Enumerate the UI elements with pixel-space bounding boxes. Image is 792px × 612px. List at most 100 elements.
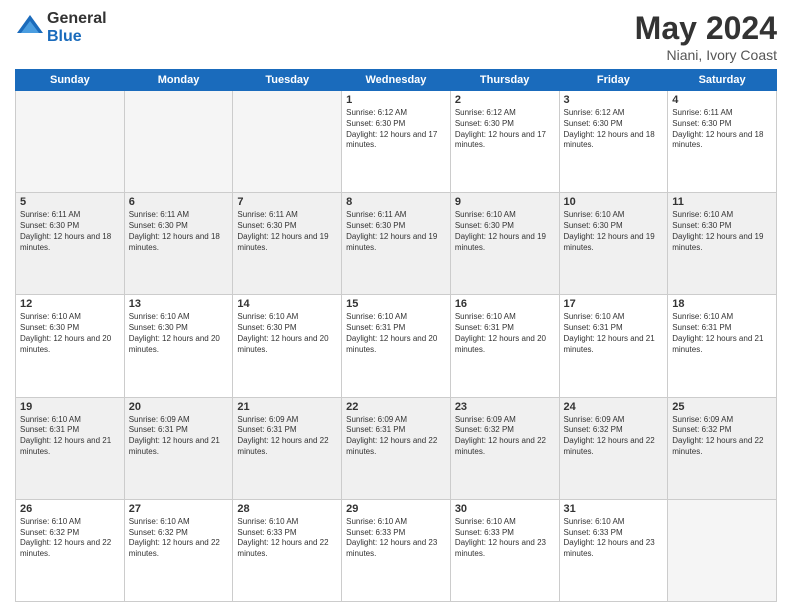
cell-details: Sunrise: 6:10 AM Sunset: 6:33 PM Dayligh… [237,517,337,560]
cell-details: Sunrise: 6:09 AM Sunset: 6:31 PM Dayligh… [129,415,229,458]
day-number: 15 [346,298,446,310]
cell-details: Sunrise: 6:09 AM Sunset: 6:32 PM Dayligh… [564,415,664,458]
calendar-cell: 10Sunrise: 6:10 AM Sunset: 6:30 PM Dayli… [559,193,668,295]
cell-details: Sunrise: 6:10 AM Sunset: 6:32 PM Dayligh… [129,517,229,560]
logo-icon [15,13,45,43]
calendar-cell: 25 Sunrise: 6:09 AM Sunset: 6:32 PM Dayli… [668,397,777,499]
calendar-cell: 2 Sunrise: 6:12 AM Sunset: 6:30 PM Daylig… [450,91,559,193]
day-number: 25 [672,401,772,413]
calendar-cell: 24 Sunrise: 6:09 AM Sunset: 6:32 PM Dayli… [559,397,668,499]
day-number: 6 [129,196,229,208]
day-number: 2 [455,94,555,106]
calendar-cell: 31Sunrise: 6:10 AM Sunset: 6:33 PM Dayli… [559,499,668,601]
calendar-cell: 20 Sunrise: 6:09 AM Sunset: 6:31 PM Dayli… [124,397,233,499]
calendar-cell: 30 Sunrise: 6:10 AM Sunset: 6:33 PM Dayli… [450,499,559,601]
cell-details: Sunrise: 6:09 AM Sunset: 6:31 PM Dayligh… [346,415,446,458]
calendar-week-1: 1 Sunrise: 6:12 AM Sunset: 6:30 PM Daylig… [16,91,777,193]
day-number: 4 [672,94,772,106]
calendar-cell: 8 Sunrise: 6:11 AM Sunset: 6:30 PM Daylig… [342,193,451,295]
cell-details: Sunrise: 6:10 AM Sunset: 6:30 PM Dayligh… [672,210,772,253]
logo-general: General [47,10,107,28]
calendar-cell: 4Sunrise: 6:11 AM Sunset: 6:30 PM Daylig… [668,91,777,193]
calendar-cell: 14Sunrise: 6:10 AM Sunset: 6:30 PM Dayli… [233,295,342,397]
cell-details: Sunrise: 6:10 AM Sunset: 6:33 PM Dayligh… [346,517,446,560]
day-number: 30 [455,503,555,515]
calendar-cell: 15 Sunrise: 6:10 AM Sunset: 6:31 PM Dayli… [342,295,451,397]
calendar-cell: 19 Sunrise: 6:10 AM Sunset: 6:31 PM Dayli… [16,397,125,499]
days-header-row: SundayMondayTuesdayWednesdayThursdayFrid… [16,70,777,91]
calendar-cell: 3 Sunrise: 6:12 AM Sunset: 6:30 PM Daylig… [559,91,668,193]
calendar-cell: 1 Sunrise: 6:12 AM Sunset: 6:30 PM Daylig… [342,91,451,193]
calendar-week-5: 26 Sunrise: 6:10 AM Sunset: 6:32 PM Dayli… [16,499,777,601]
day-number: 23 [455,401,555,413]
day-number: 24 [564,401,664,413]
calendar-cell: 16 Sunrise: 6:10 AM Sunset: 6:31 PM Dayli… [450,295,559,397]
calendar-week-3: 12Sunrise: 6:10 AM Sunset: 6:30 PM Dayli… [16,295,777,397]
day-number: 7 [237,196,337,208]
day-number: 20 [129,401,229,413]
cell-details: Sunrise: 6:10 AM Sunset: 6:31 PM Dayligh… [672,312,772,355]
calendar-cell: 26 Sunrise: 6:10 AM Sunset: 6:32 PM Dayli… [16,499,125,601]
cell-details: Sunrise: 6:09 AM Sunset: 6:32 PM Dayligh… [455,415,555,458]
day-number: 8 [346,196,446,208]
calendar-cell: 29Sunrise: 6:10 AM Sunset: 6:33 PM Dayli… [342,499,451,601]
day-number: 10 [564,196,664,208]
calendar-cell [233,91,342,193]
calendar-cell: 21Sunrise: 6:09 AM Sunset: 6:31 PM Dayli… [233,397,342,499]
cell-details: Sunrise: 6:10 AM Sunset: 6:31 PM Dayligh… [564,312,664,355]
location: Niani, Ivory Coast [635,47,777,63]
title-block: May 2024 Niani, Ivory Coast [635,10,777,63]
calendar-cell: 5Sunrise: 6:11 AM Sunset: 6:30 PM Daylig… [16,193,125,295]
cell-details: Sunrise: 6:11 AM Sunset: 6:30 PM Dayligh… [237,210,337,253]
cell-details: Sunrise: 6:12 AM Sunset: 6:30 PM Dayligh… [455,108,555,151]
month-year: May 2024 [635,10,777,47]
calendar-cell: 18 Sunrise: 6:10 AM Sunset: 6:31 PM Dayli… [668,295,777,397]
day-number: 18 [672,298,772,310]
day-header-saturday: Saturday [668,70,777,91]
cell-details: Sunrise: 6:10 AM Sunset: 6:31 PM Dayligh… [20,415,120,458]
day-header-sunday: Sunday [16,70,125,91]
cell-details: Sunrise: 6:10 AM Sunset: 6:31 PM Dayligh… [346,312,446,355]
day-header-monday: Monday [124,70,233,91]
cell-details: Sunrise: 6:11 AM Sunset: 6:30 PM Dayligh… [20,210,120,253]
calendar-cell: 12Sunrise: 6:10 AM Sunset: 6:30 PM Dayli… [16,295,125,397]
cell-details: Sunrise: 6:12 AM Sunset: 6:30 PM Dayligh… [564,108,664,151]
day-number: 26 [20,503,120,515]
day-number: 9 [455,196,555,208]
logo-text: General Blue [47,10,107,45]
calendar-cell: 28Sunrise: 6:10 AM Sunset: 6:33 PM Dayli… [233,499,342,601]
day-number: 3 [564,94,664,106]
calendar-cell: 7 Sunrise: 6:11 AM Sunset: 6:30 PM Daylig… [233,193,342,295]
day-header-tuesday: Tuesday [233,70,342,91]
cell-details: Sunrise: 6:10 AM Sunset: 6:30 PM Dayligh… [237,312,337,355]
calendar-cell: 27 Sunrise: 6:10 AM Sunset: 6:32 PM Dayli… [124,499,233,601]
page: General Blue May 2024 Niani, Ivory Coast… [0,0,792,612]
day-number: 21 [237,401,337,413]
header: General Blue May 2024 Niani, Ivory Coast [15,10,777,63]
calendar-cell: 13Sunrise: 6:10 AM Sunset: 6:30 PM Dayli… [124,295,233,397]
cell-details: Sunrise: 6:09 AM Sunset: 6:32 PM Dayligh… [672,415,772,458]
cell-details: Sunrise: 6:12 AM Sunset: 6:30 PM Dayligh… [346,108,446,151]
cell-details: Sunrise: 6:10 AM Sunset: 6:30 PM Dayligh… [129,312,229,355]
calendar-week-4: 19 Sunrise: 6:10 AM Sunset: 6:31 PM Dayli… [16,397,777,499]
calendar-cell: 11 Sunrise: 6:10 AM Sunset: 6:30 PM Dayli… [668,193,777,295]
day-number: 1 [346,94,446,106]
logo-blue: Blue [47,28,107,46]
calendar-cell: 17 Sunrise: 6:10 AM Sunset: 6:31 PM Dayli… [559,295,668,397]
cell-details: Sunrise: 6:10 AM Sunset: 6:33 PM Dayligh… [455,517,555,560]
day-number: 17 [564,298,664,310]
cell-details: Sunrise: 6:11 AM Sunset: 6:30 PM Dayligh… [346,210,446,253]
calendar-cell: 6Sunrise: 6:11 AM Sunset: 6:30 PM Daylig… [124,193,233,295]
cell-details: Sunrise: 6:10 AM Sunset: 6:32 PM Dayligh… [20,517,120,560]
day-number: 27 [129,503,229,515]
day-header-wednesday: Wednesday [342,70,451,91]
calendar-cell: 23 Sunrise: 6:09 AM Sunset: 6:32 PM Dayli… [450,397,559,499]
day-header-thursday: Thursday [450,70,559,91]
day-number: 19 [20,401,120,413]
logo: General Blue [15,10,107,45]
day-number: 16 [455,298,555,310]
day-number: 22 [346,401,446,413]
cell-details: Sunrise: 6:10 AM Sunset: 6:31 PM Dayligh… [455,312,555,355]
cell-details: Sunrise: 6:10 AM Sunset: 6:30 PM Dayligh… [455,210,555,253]
day-number: 11 [672,196,772,208]
